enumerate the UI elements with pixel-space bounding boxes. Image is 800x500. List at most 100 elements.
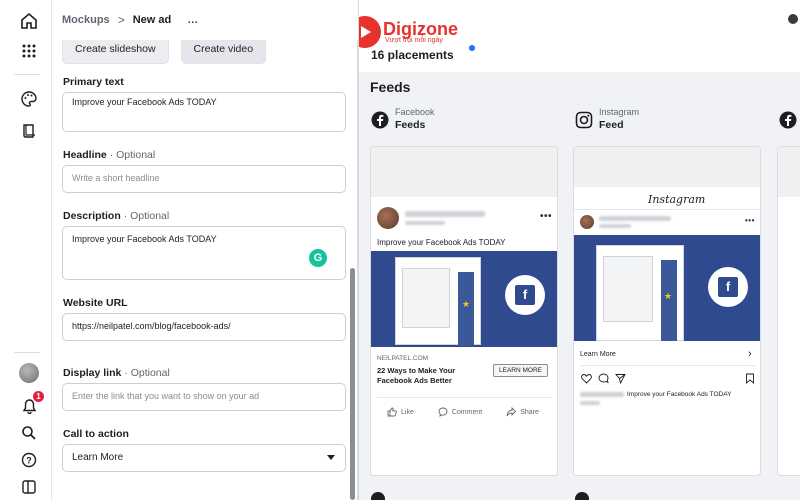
heart-icon[interactable] (581, 373, 592, 384)
breadcrumb-parent-link[interactable]: Mockups (62, 14, 110, 26)
facebook-f-icon: f (718, 277, 738, 297)
more-options-button[interactable]: … (187, 14, 199, 26)
article-block (402, 268, 450, 328)
status-dot (469, 45, 475, 51)
notification-count-badge: 1 (33, 391, 44, 402)
breadcrumb-current: New ad (132, 14, 172, 26)
primary-text-label-text: Primary text (63, 76, 124, 88)
star-icon: ★ (462, 299, 471, 309)
blurred-caption-end (580, 401, 600, 405)
like-button[interactable]: Like (387, 407, 414, 417)
breadcrumb-separator: > (117, 13, 125, 27)
left-nav-rail: 1 ? (0, 0, 52, 500)
apps-grid-icon[interactable] (18, 40, 40, 62)
chevron-right-icon: › (748, 348, 752, 360)
menu-dot-icon[interactable] (788, 14, 798, 24)
description-value: Improve your Facebook Ads TODAY (72, 234, 217, 244)
ad-preview-panel: Digizone Vượt trội mỗi ngày 16 placement… (359, 0, 800, 500)
blurred-sponsored (405, 221, 445, 225)
page-avatar (377, 207, 399, 229)
blurred-page-name (405, 211, 485, 217)
facebook-feed-preview-card[interactable]: ••• Improve your Facebook Ads TODAY ★ f … (370, 146, 558, 476)
comment-label: Comment (451, 408, 483, 416)
placement-name: Feed (599, 119, 624, 131)
send-icon[interactable] (615, 373, 626, 384)
search-icon[interactable] (18, 422, 40, 444)
post-more-icon[interactable]: ••• (540, 211, 552, 222)
placement-name: Feeds (395, 119, 426, 131)
ig-action-row (581, 373, 626, 384)
website-url-label: Website URL (63, 297, 128, 309)
learn-more-button[interactable]: LEARN MORE (493, 364, 548, 377)
headline-input[interactable]: Write a short headline (62, 165, 346, 193)
star-icon: ★ (664, 291, 673, 301)
ads-manager-app: 1 ? Mockups > New ad … Create slideshow … (0, 0, 800, 500)
placements-count[interactable]: 16 placements (371, 48, 454, 62)
avatar (19, 363, 39, 383)
post-primary-text: Improve your Facebook Ads TODAY (377, 238, 506, 247)
link-headline: 22 Ways to Make Your Facebook Ads Better (377, 366, 456, 385)
ad-editor-panel: Create slideshow Create video Primary te… (52, 40, 358, 500)
editor-scrollbar[interactable] (350, 268, 355, 500)
call-to-action-label: Call to action (63, 428, 129, 440)
primary-text-field[interactable]: Improve your Facebook Ads TODAY (62, 92, 346, 132)
instagram-feed-preview-card[interactable]: Instagram ••• ★ f Learn More › Improve y… (573, 146, 761, 476)
share-button[interactable]: Share (506, 407, 539, 417)
article-block (603, 256, 653, 322)
ad-creative-image: ★ f (574, 235, 760, 341)
phone-status-area (574, 147, 760, 187)
bookmark-icon[interactable] (745, 373, 755, 384)
divider (580, 365, 756, 366)
phone-status-area (371, 147, 557, 197)
panel-toggle-icon[interactable] (18, 476, 40, 498)
facebook-icon (575, 492, 589, 500)
partial-preview-card[interactable] (777, 146, 800, 476)
phone-status-area (778, 147, 800, 197)
account-avatar[interactable] (18, 362, 40, 384)
create-slideshow-button[interactable]: Create slideshow (62, 40, 169, 64)
instagram-placement-header: Instagram Feed (575, 107, 639, 131)
instagram-wordmark: Instagram (648, 193, 706, 206)
blurred-profile-name (599, 216, 671, 221)
optional-tag: · Optional (109, 149, 156, 161)
thumbs-up-icon (387, 407, 397, 417)
description-field[interactable]: Improve your Facebook Ads TODAY G (62, 226, 346, 280)
palette-icon[interactable] (18, 88, 40, 110)
post-actions: Like Comment Share (387, 407, 539, 417)
ig-learn-more-link[interactable]: Learn More (580, 351, 616, 358)
pages-icon[interactable] (18, 120, 40, 142)
platform-name: Facebook (395, 107, 435, 117)
like-label: Like (401, 408, 414, 416)
grammarly-icon[interactable]: G (309, 249, 327, 267)
rail-divider (14, 74, 40, 75)
ad-creative-image: ★ f (371, 251, 557, 347)
primary-text-label: Primary text (63, 76, 124, 88)
create-video-button[interactable]: Create video (180, 40, 267, 64)
website-url-input[interactable]: https://neilpatel.com/blog/facebook-ads/ (62, 313, 346, 341)
blurred-sponsored (599, 224, 631, 228)
facebook-icon (371, 492, 385, 500)
description-label-text: Description (63, 210, 121, 222)
help-icon[interactable]: ? (18, 449, 40, 471)
home-icon[interactable] (18, 10, 40, 32)
comment-icon[interactable] (598, 373, 609, 384)
rail-divider (14, 352, 40, 353)
display-link-label: Display link · Optional (63, 367, 170, 379)
facebook-logo-circle: f (505, 275, 545, 315)
display-link-input[interactable]: Enter the link that you want to show on … (62, 383, 346, 411)
instagram-icon (575, 111, 593, 129)
divider (574, 209, 760, 210)
post-more-icon[interactable]: ••• (745, 216, 755, 225)
call-to-action-value: Learn More (72, 452, 124, 463)
notifications-bell-icon[interactable]: 1 (18, 391, 44, 417)
comment-button[interactable]: Comment (438, 407, 482, 417)
breadcrumb: Mockups > New ad … (52, 0, 358, 40)
chevron-down-icon (327, 455, 335, 460)
divider (377, 397, 553, 398)
call-to-action-select[interactable]: Learn More (62, 444, 346, 472)
comment-icon (438, 407, 448, 417)
facebook-placement-header: Facebook Feeds (371, 107, 435, 131)
display-link-label-text: Display link (63, 367, 122, 379)
section-title: Feeds (370, 79, 411, 95)
profile-avatar (580, 215, 594, 229)
